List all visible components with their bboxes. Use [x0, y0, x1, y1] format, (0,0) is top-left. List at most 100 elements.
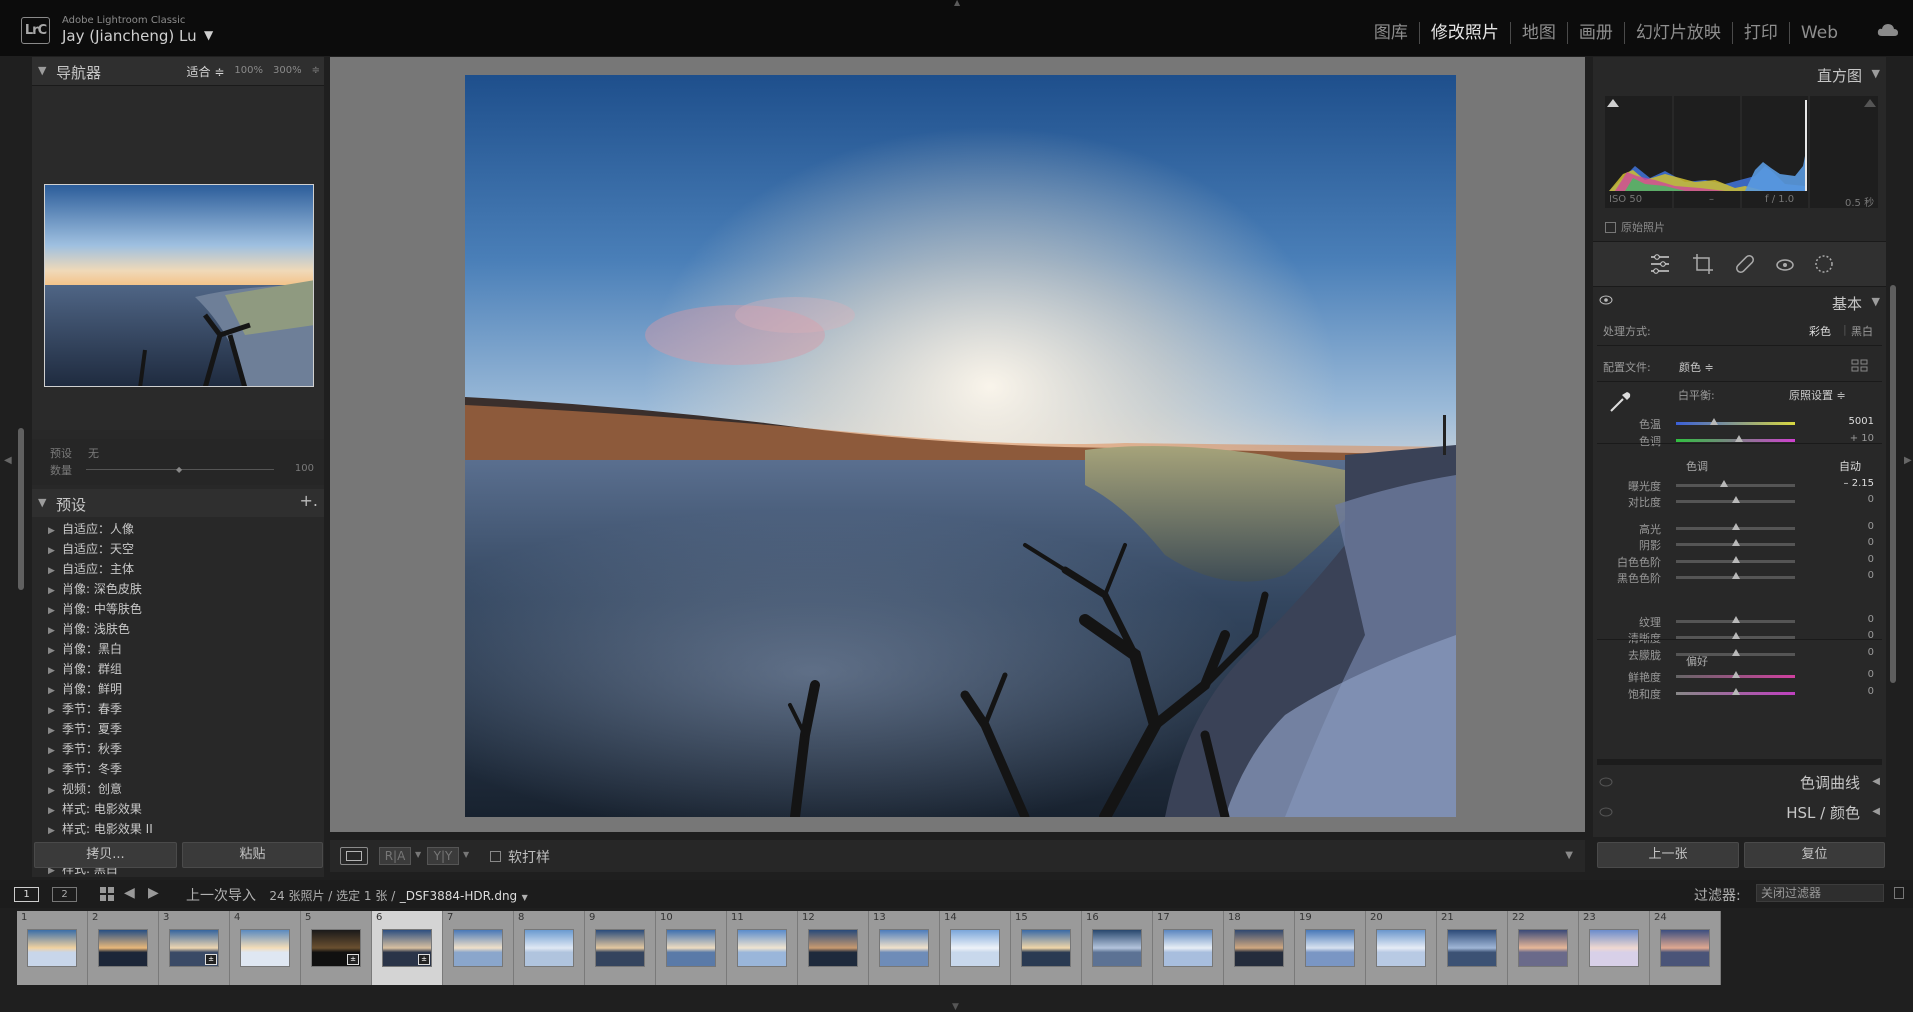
- histogram[interactable]: [1605, 96, 1878, 208]
- filmstrip-thumbnail[interactable]: [1234, 929, 1284, 967]
- expand-triangle-icon[interactable]: ▶: [48, 621, 56, 641]
- expand-triangle-icon[interactable]: ▶: [48, 801, 56, 821]
- red-eye-icon[interactable]: [1773, 252, 1797, 276]
- preset-group-item[interactable]: ▶ 肖像：群组: [32, 659, 324, 679]
- module-3[interactable]: 画册: [1566, 22, 1624, 44]
- filter-select[interactable]: 关闭过滤器: [1756, 884, 1884, 902]
- highlights-slider-knob[interactable]: [1731, 523, 1740, 530]
- filmstrip-thumbnail[interactable]: [1092, 929, 1142, 967]
- zoom-100-option[interactable]: 100%: [234, 65, 263, 80]
- shadows-value[interactable]: 0: [1868, 537, 1874, 548]
- filmstrip-thumbnail[interactable]: [666, 929, 716, 967]
- filmstrip-thumbnail[interactable]: [453, 929, 503, 967]
- before-after-ra-button[interactable]: R|A: [379, 847, 411, 865]
- window-2-button[interactable]: 2: [52, 887, 77, 902]
- expand-triangle-icon[interactable]: ▶: [48, 681, 56, 701]
- exposure-slider-knob[interactable]: [1719, 480, 1728, 487]
- cloud-icon[interactable]: [1877, 23, 1899, 37]
- filmstrip-cell[interactable]: 10: [656, 911, 727, 985]
- yy-caret-icon[interactable]: ▼: [463, 850, 469, 859]
- right-panel-scrollbar[interactable]: [1890, 285, 1896, 683]
- filmstrip-cell[interactable]: 4: [230, 911, 301, 985]
- zoom-fit-option[interactable]: 适合 ≑: [187, 63, 225, 80]
- preset-group-item[interactable]: ▶ 季节：秋季: [32, 739, 324, 759]
- expand-triangle-icon[interactable]: ▶: [48, 721, 56, 741]
- filmstrip-cell[interactable]: 23: [1579, 911, 1650, 985]
- filmstrip-cell[interactable]: 11: [727, 911, 798, 985]
- preset-group-item[interactable]: ▶ 季节：冬季: [32, 759, 324, 779]
- filmstrip-thumbnail[interactable]: [808, 929, 858, 967]
- profile-browser-icon[interactable]: [1851, 359, 1869, 373]
- filmstrip-cell[interactable]: 17: [1153, 911, 1224, 985]
- highlights-value[interactable]: 0: [1868, 521, 1874, 532]
- preset-group-item[interactable]: ▶ 季节：春季: [32, 699, 324, 719]
- source-caret-icon[interactable]: ▼: [522, 893, 528, 902]
- identity-menu-caret[interactable]: ▼: [204, 28, 213, 42]
- whites-value[interactable]: 0: [1868, 554, 1874, 565]
- amount-slider-knob[interactable]: ◆: [176, 465, 182, 474]
- shadows-slider-knob[interactable]: [1731, 539, 1740, 546]
- preset-group-item[interactable]: ▶ 视频：创意: [32, 779, 324, 799]
- collapse-triangle-icon[interactable]: ▼: [1872, 295, 1880, 308]
- histogram-header[interactable]: 直方图 ▼: [1593, 57, 1886, 93]
- blacks-value[interactable]: 0: [1868, 570, 1874, 581]
- expand-triangle-icon[interactable]: ▶: [48, 641, 56, 661]
- filmstrip-thumbnail[interactable]: [98, 929, 148, 967]
- module-5[interactable]: 打印: [1731, 22, 1789, 44]
- expand-triangle-icon[interactable]: ▶: [48, 741, 56, 761]
- temp-value[interactable]: 5001: [1849, 416, 1874, 427]
- expand-triangle-icon[interactable]: ◀: [1872, 806, 1880, 817]
- vibrance-slider-knob[interactable]: [1731, 671, 1740, 678]
- previous-arrow-icon[interactable]: ◀: [124, 885, 135, 901]
- filmstrip-cell[interactable]: 3 ±: [159, 911, 230, 985]
- filmstrip-thumbnail[interactable]: [879, 929, 929, 967]
- window-1-button[interactable]: 1: [14, 887, 39, 902]
- filmstrip-thumbnail[interactable]: [1305, 929, 1355, 967]
- filmstrip-thumbnail[interactable]: [1589, 929, 1639, 967]
- preset-group-item[interactable]: ▶ 肖像: 中等肤色: [32, 599, 324, 619]
- filmstrip-thumbnail[interactable]: [1660, 929, 1710, 967]
- filmstrip-thumbnail[interactable]: [1021, 929, 1071, 967]
- filmstrip-thumbnail[interactable]: [1518, 929, 1568, 967]
- main-photo[interactable]: [465, 75, 1456, 817]
- exposure-slider[interactable]: [1676, 484, 1795, 487]
- eye-icon[interactable]: [1599, 807, 1613, 817]
- right-panel-toggle-icon[interactable]: ▶: [1904, 455, 1912, 466]
- navigator-header[interactable]: ▼ 导航器 适合 ≑ 100% 300% ≑: [32, 57, 324, 85]
- zoom-300-option[interactable]: 300%: [273, 65, 302, 80]
- collapse-triangle-icon[interactable]: ▼: [1872, 67, 1880, 80]
- loupe-view-icon[interactable]: [340, 847, 368, 865]
- texture-value[interactable]: 0: [1868, 614, 1874, 625]
- filmstrip-cell[interactable]: 2: [88, 911, 159, 985]
- vibrance-value[interactable]: 0: [1868, 669, 1874, 680]
- preset-group-item[interactable]: ▶ 样式: 电影效果: [32, 799, 324, 819]
- basic-panel-header[interactable]: 基本 ▼: [1593, 289, 1886, 315]
- expand-triangle-icon[interactable]: ▶: [48, 601, 56, 621]
- filmstrip-thumbnail[interactable]: [27, 929, 77, 967]
- filmstrip-cell[interactable]: 7: [443, 911, 514, 985]
- filmstrip-thumbnail[interactable]: [737, 929, 787, 967]
- filmstrip-cell[interactable]: 13: [869, 911, 940, 985]
- filmstrip-thumbnail[interactable]: [950, 929, 1000, 967]
- develop-badge-icon[interactable]: ±: [347, 954, 359, 965]
- wb-select[interactable]: 原照设置 ≑: [1789, 387, 1846, 403]
- module-0[interactable]: 图库: [1363, 22, 1419, 44]
- before-after-yy-button[interactable]: Y|Y: [427, 847, 459, 865]
- filmstrip-cell[interactable]: 1: [17, 911, 88, 985]
- develop-badge-icon[interactable]: ±: [205, 954, 217, 965]
- preset-group-item[interactable]: ▶ 肖像: 深色皮肤: [32, 579, 324, 599]
- filmstrip-cell[interactable]: 24: [1650, 911, 1721, 985]
- filmstrip-thumbnail[interactable]: [240, 929, 290, 967]
- preset-group-item[interactable]: ▶ 自适应：天空: [32, 539, 324, 559]
- preset-group-item[interactable]: ▶ 肖像：鲜明: [32, 679, 324, 699]
- presets-header[interactable]: ▼ 预设 +.: [32, 489, 324, 517]
- original-photo-checkbox[interactable]: [1605, 222, 1616, 233]
- previous-settings-button[interactable]: 上一张: [1597, 842, 1739, 868]
- preset-group-item[interactable]: ▶ 季节：夏季: [32, 719, 324, 739]
- expand-triangle-icon[interactable]: ◀: [1872, 776, 1880, 787]
- wb-eyedropper-icon[interactable]: [1607, 389, 1633, 415]
- softproof-checkbox[interactable]: [490, 851, 501, 862]
- hsl-header[interactable]: HSL / 颜色 ◀: [1593, 797, 1886, 827]
- next-arrow-icon[interactable]: ▶: [148, 885, 159, 901]
- navigator-thumbnail[interactable]: [44, 184, 314, 387]
